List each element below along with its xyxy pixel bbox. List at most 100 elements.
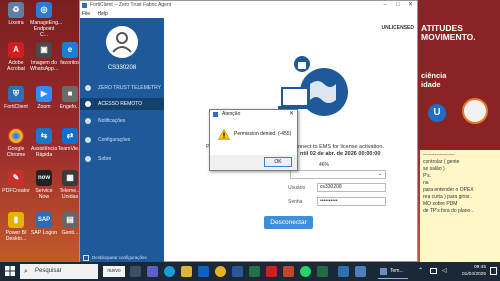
edge-icon[interactable]: [164, 266, 175, 277]
dialog-title: Atenção: [222, 111, 241, 117]
ok-button[interactable]: OK: [264, 157, 292, 167]
bell-icon: [85, 118, 91, 124]
manageengine-icon: ◎: [36, 2, 52, 18]
desktop-icon-pdfcreator[interactable]: ✎ PDFCreator: [2, 170, 30, 194]
app-shield-icon: [213, 112, 218, 117]
shield-icon: [85, 85, 91, 91]
gear-icon: [85, 137, 91, 143]
vpn-select[interactable]: ⌄: [290, 170, 386, 179]
search-box[interactable]: ⌕ Pesquisar: [20, 264, 98, 279]
notification-icon[interactable]: [490, 267, 497, 275]
folder-icon: e: [62, 42, 78, 58]
search-placeholder: Pesquisar: [35, 268, 62, 274]
teams-icon[interactable]: [147, 266, 158, 277]
taskview-icon[interactable]: [130, 266, 141, 277]
dialog-titlebar: Atenção ✕: [210, 110, 297, 119]
chevron-down-icon: ⌄: [377, 171, 382, 177]
forticlient-icon: ⛨: [8, 86, 24, 102]
poster-line-2: MOVIMENTO.: [421, 32, 476, 42]
user-icon: [112, 32, 132, 53]
info-icon: [85, 156, 91, 162]
lock-icon: [83, 255, 89, 261]
app-shield-icon: [82, 3, 87, 8]
powerbi-icon: ▮: [8, 212, 24, 228]
avatar: [106, 26, 138, 58]
error-dialog: Atenção ✕ Permission denied. (-455) OK: [209, 109, 298, 171]
powerpoint-icon[interactable]: [283, 266, 294, 277]
pdfcreator-icon: ✎: [8, 170, 24, 186]
quick-assist-icon: ⇆: [36, 128, 52, 144]
desktop-icon-manageengine[interactable]: ◎ ManageEng... Endpoint C...: [30, 2, 62, 38]
outlook-icon[interactable]: [198, 266, 209, 277]
desktop-icon-forticlient[interactable]: ⛨ FortiClient: [2, 86, 30, 110]
menu-bar: File Help: [80, 10, 417, 18]
tray-chevron-up-icon[interactable]: ⌃: [418, 267, 423, 274]
clock-time: 09:45: [473, 265, 486, 270]
disconnect-button[interactable]: Desconectar: [264, 216, 313, 229]
whatsapp-icon[interactable]: [300, 266, 311, 277]
recycle-bin-icon: ♻: [8, 2, 24, 18]
whatsapp-image-icon: ▣: [36, 42, 52, 58]
window-titlebar: FortiClient -- Zero Trust Fabric Agent –…: [80, 1, 417, 10]
taskbar-app-tem[interactable]: Tem...: [378, 264, 408, 279]
forticlient-icon[interactable]: [355, 266, 366, 277]
sidebar-item-notificacoes[interactable]: Notificações: [80, 115, 164, 127]
clock-date: 01/04/2025: [461, 272, 486, 277]
username-field[interactable]: cs330208: [317, 183, 386, 192]
menu-help[interactable]: Help: [97, 11, 107, 17]
progress-percent: 46%: [319, 162, 330, 168]
license-status: UNLICENSED: [381, 25, 414, 31]
word-icon[interactable]: [232, 266, 243, 277]
desktop-icon-whatsapp-image[interactable]: ▣ Imagem do WhatsApp...: [30, 42, 58, 72]
acrobat-icon: A: [8, 42, 24, 58]
ems-text: nnect to EMS for license activation.: [298, 144, 384, 150]
servicenow-icon: now: [36, 170, 52, 186]
sidebar-username: CS330208: [107, 65, 137, 71]
close-button[interactable]: ✕: [408, 1, 413, 10]
chrome-icon[interactable]: [215, 266, 226, 277]
excel-icon[interactable]: [249, 266, 260, 277]
poster-mascot-icon: [462, 98, 488, 124]
password-field[interactable]: ••••••••••: [317, 197, 386, 206]
desktop-icon-quick-assist[interactable]: ⇆ Assistência Rápida: [30, 128, 58, 158]
network-icon[interactable]: [430, 268, 437, 274]
sidebar-item-zero-trust[interactable]: ZERO TRUST TELEMETRY: [80, 82, 164, 94]
search-icon: ⌕: [24, 268, 28, 275]
desktop-icon-recycle-bin[interactable]: ♻ Lixeira: [2, 2, 30, 26]
minimize-button[interactable]: –: [384, 1, 387, 10]
windows-start-icon[interactable]: [5, 266, 15, 276]
lock-icon: [85, 101, 91, 107]
file-explorer-icon[interactable]: [181, 266, 192, 277]
volume-icon[interactable]: ◁: [442, 267, 447, 274]
desktop-icon-sap[interactable]: SAP SAP Logon: [30, 212, 58, 236]
maximize-button[interactable]: □: [396, 1, 400, 10]
sidebar: CS330208 ZERO TRUST TELEMETRY ACESSO REM…: [80, 18, 164, 263]
desktop-icon-acrobat[interactable]: A Adobe Acrobat: [2, 42, 30, 72]
warning-icon: [218, 129, 230, 140]
desktop-icon-zoom[interactable]: ▶ Zoom: [30, 86, 58, 110]
dialog-body: Permission denied. (-455): [210, 119, 297, 155]
app-icon: [380, 268, 387, 275]
sidebar-item-configuracoes[interactable]: Configurações: [80, 134, 164, 146]
search-highlight-tag: nuvvo: [103, 266, 125, 277]
acrobat-icon[interactable]: [266, 266, 277, 277]
clock[interactable]: 09:45 01/04/2025: [462, 264, 486, 278]
sidebar-item-acesso-remoto[interactable]: ACESSO REMOTO: [80, 98, 164, 110]
desktop-icon-powerbi[interactable]: ▮ Power BI Deskto...: [2, 212, 30, 242]
desktop-icon-chrome[interactable]: Google Chrome: [2, 128, 30, 158]
zoom-icon: ▶: [36, 86, 52, 102]
sticky-note[interactable]: ------------------- controlar ( gente se…: [420, 150, 500, 262]
teamviewer-icon: ⇄: [62, 128, 78, 144]
chrome-icon: [8, 128, 24, 144]
excel-icon[interactable]: [317, 266, 328, 277]
taskbar: ⌕ Pesquisar nuvvo Tem... ⌃ ◁ 09:45 01/04…: [0, 262, 500, 281]
forticlient-icon[interactable]: [338, 266, 349, 277]
app-icon: ▤: [62, 212, 78, 228]
dialog-message: Permission denied. (-455): [234, 131, 292, 137]
window-title: FortiClient -- Zero Trust Fabric Agent: [90, 2, 172, 8]
menu-file[interactable]: File: [82, 11, 90, 17]
sidebar-item-sobre[interactable]: Sobre: [80, 153, 164, 165]
desktop-icon-servicenow[interactable]: now Service Now: [30, 170, 58, 200]
dialog-close-button[interactable]: ✕: [289, 110, 294, 119]
app-icon: ■: [62, 86, 78, 102]
